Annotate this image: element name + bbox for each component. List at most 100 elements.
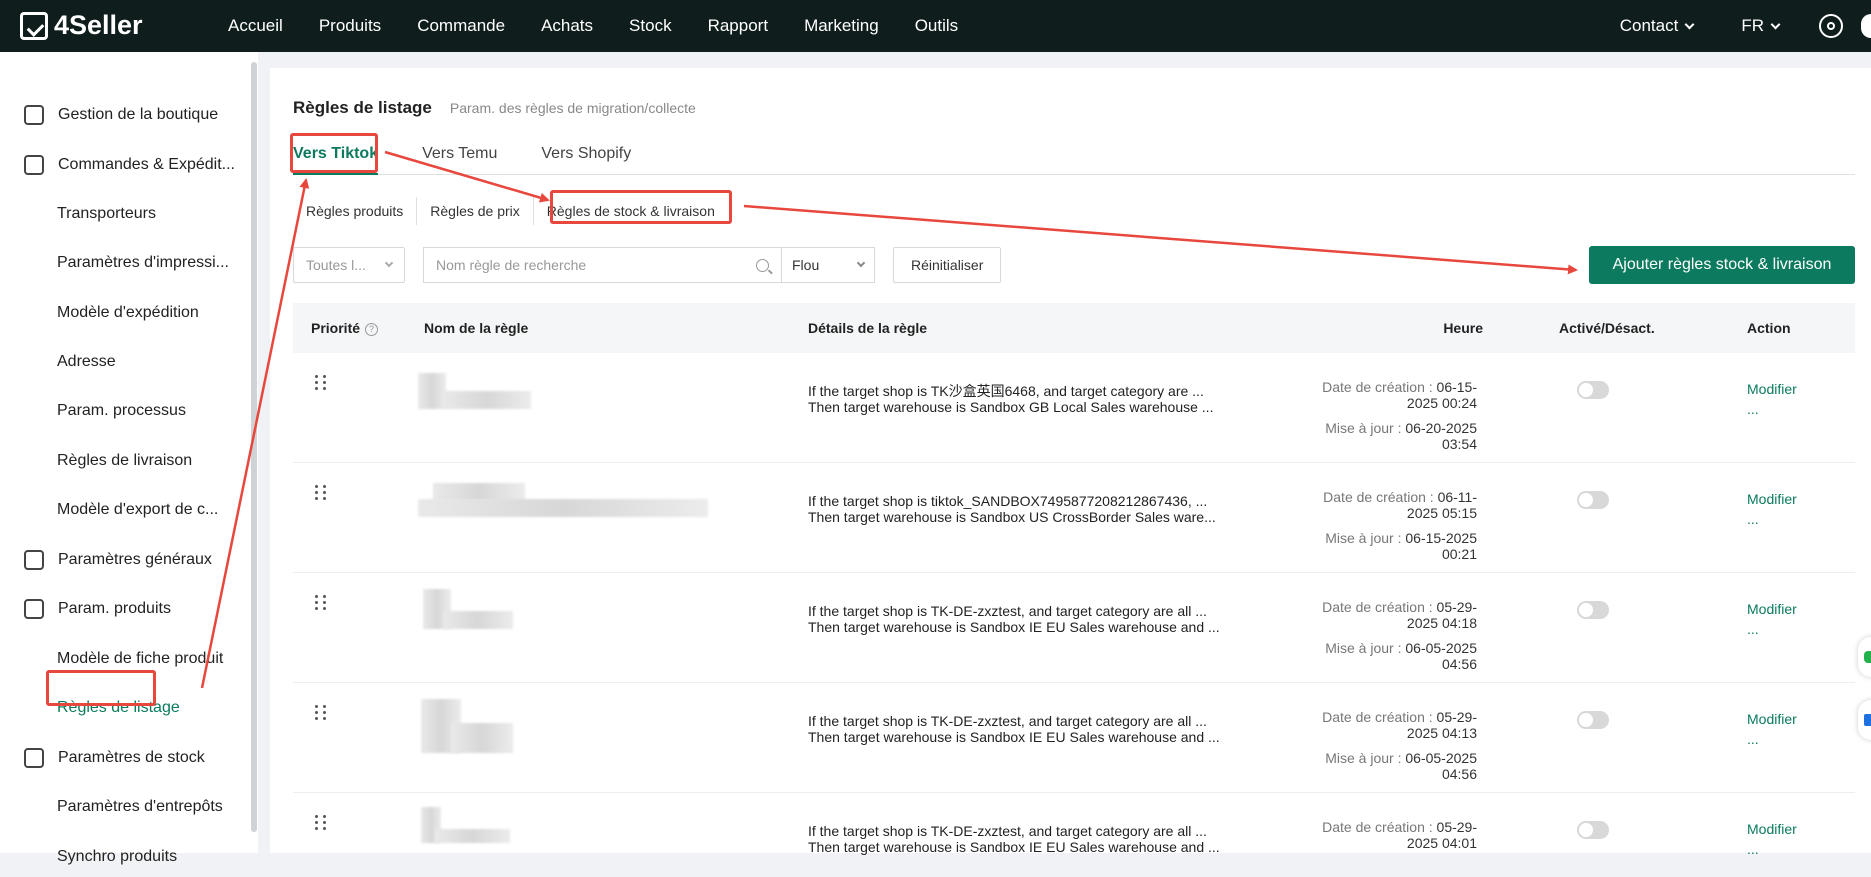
created-label: Date de création : [1322,379,1433,395]
more-actions[interactable]: ... [1747,729,1797,749]
nav-stock[interactable]: Stock [629,16,672,36]
col-active: Activé/Désact. [1559,320,1655,336]
enable-toggle[interactable] [1577,821,1609,839]
drag-handle-icon[interactable] [315,595,326,611]
created-date: 06-15- [1436,379,1477,395]
more-actions[interactable]: ... [1747,399,1797,419]
updated-date: 06-15-2025 [1405,530,1477,546]
sidebar-item-label: Param. produits [58,600,171,617]
sidebar-item-label: Adresse [57,353,116,370]
tab-vers-tiktok[interactable]: Vers Tiktok [293,141,379,175]
sidebar-scrollbar[interactable] [251,62,257,832]
avatar[interactable] [1861,14,1871,38]
sidebar-item-fiche-produit[interactable]: Modèle de fiche produit [0,639,250,679]
nav-outils[interactable]: Outils [915,16,958,36]
updated-label: Mise à jour : [1325,640,1402,656]
drag-handle-icon[interactable] [315,375,326,391]
sidebar-item-processus[interactable]: Param. processus [0,391,250,431]
modify-link[interactable]: Modifier [1747,819,1797,839]
sidebar-item-param-produits[interactable]: Param. produits [0,589,250,629]
floating-help-widget[interactable] [1858,700,1871,740]
search-group: Nom règle de recherche Flou [423,247,875,283]
sidebar-item-adresse[interactable]: Adresse [0,342,250,382]
subtab-regles-stock-livraison[interactable]: Règles de stock & livraison [533,197,728,225]
modify-link[interactable]: Modifier [1747,489,1797,509]
sidebar-item-label: Règles de livraison [57,452,193,469]
sidebar-item-parametres-generaux[interactable]: Paramètres généraux [0,540,250,580]
nav-marketing[interactable]: Marketing [804,16,879,36]
main-panel: Règles de listage Param. des règles de m… [270,68,1871,857]
upload-box-icon [24,599,44,619]
sidebar: Gestion de la boutique Commandes & Expéd… [0,52,258,865]
subtab-regles-produits[interactable]: Règles produits [293,197,418,225]
clipboard-icon [24,155,44,175]
updated-date: 06-20-2025 [1405,420,1477,436]
modify-link[interactable]: Modifier [1747,379,1797,399]
settings-gear-icon[interactable] [1819,14,1843,38]
sidebar-item-impression[interactable]: Paramètres d'impressi... [0,243,250,283]
help-icon[interactable]: ? [365,322,379,336]
more-actions[interactable]: ... [1747,619,1797,639]
more-actions[interactable]: ... [1747,509,1797,529]
printer-icon [24,550,44,570]
nav-produits[interactable]: Produits [319,16,381,36]
language-label: FR [1741,16,1764,35]
sidebar-item-entrepots[interactable]: Paramètres d'entrepôts [0,787,250,827]
redacted-rule-name [418,373,446,409]
tab-vers-temu[interactable]: Vers Temu [422,141,497,174]
drag-handle-icon[interactable] [315,705,326,721]
contact-menu[interactable]: Contact [1619,16,1695,36]
created-label: Date de création : [1322,819,1433,835]
tab-vers-shopify[interactable]: Vers Shopify [541,141,631,174]
sidebar-item-label: Paramètres d'entrepôts [57,798,223,815]
match-mode-value: Flou [792,257,820,273]
sidebar-item-modele-export[interactable]: Modèle d'export de c... [0,490,250,530]
sidebar-item-transporteurs[interactable]: Transporteurs [0,194,250,234]
sidebar-item-label: Règles de listage [57,699,180,716]
nav-commande[interactable]: Commande [417,16,505,36]
sidebar-item-modele-expedition[interactable]: Modèle d'expédition [0,293,250,333]
language-menu[interactable]: FR [1741,16,1781,36]
chevron-down-icon [1770,19,1781,29]
subtab-regles-prix[interactable]: Règles de prix [417,197,534,225]
add-stock-shipping-rule-button[interactable]: Ajouter règles stock & livraison [1589,246,1855,284]
nav-achats[interactable]: Achats [541,16,593,36]
enable-toggle[interactable] [1577,381,1609,399]
modify-link[interactable]: Modifier [1747,709,1797,729]
enable-toggle[interactable] [1577,491,1609,509]
more-actions[interactable]: ... [1747,839,1797,859]
inventory-icon [24,748,44,768]
drag-handle-icon[interactable] [315,815,326,831]
nav-accueil[interactable]: Accueil [228,16,283,36]
sidebar-item-regles-livraison[interactable]: Règles de livraison [0,441,250,481]
sidebar-item-synchro-produits[interactable]: Synchro produits [0,837,250,877]
chevron-down-icon [856,258,866,268]
contact-label: Contact [1619,16,1679,35]
logo[interactable]: 4Seller [20,10,143,41]
rule-details: If the target shop is TK-DE-zxztest, and… [808,823,1220,855]
rule-timestamps: Date de création : 06-15- 2025 00:24 Mis… [1297,379,1477,452]
store-icon [24,105,44,125]
row-actions: Modifier... [1747,599,1797,639]
enable-toggle[interactable] [1577,601,1609,619]
match-mode-select[interactable]: Flou [781,247,875,283]
nav-rapport[interactable]: Rapport [708,16,768,36]
rule-detail-line: Then target warehouse is Sandbox GB Loca… [808,399,1214,415]
sidebar-item-commandes[interactable]: Commandes & Expédit... [0,145,250,185]
shop-select[interactable]: Toutes l... [293,247,405,283]
floating-chat-widget[interactable] [1858,637,1871,677]
rule-details: If the target shop is TK-DE-zxztest, and… [808,713,1220,745]
rule-detail-line: If the target shop is TK-DE-zxztest, and… [808,823,1207,839]
sidebar-item-regles-listage[interactable]: Règles de listage [0,688,250,728]
modify-link[interactable]: Modifier [1747,599,1797,619]
drag-handle-icon[interactable] [315,485,326,501]
sidebar-item-gestion-boutique[interactable]: Gestion de la boutique [0,95,250,135]
shop-select-value: Toutes l... [306,257,366,273]
sidebar-item-parametres-stock[interactable]: Paramètres de stock [0,738,250,778]
search-icon[interactable] [756,258,769,272]
reset-button[interactable]: Réinitialiser [893,247,1002,283]
search-input[interactable]: Nom règle de recherche [423,247,781,283]
created-time: 2025 04:01 [1406,835,1477,851]
updated-time: 04:56 [1441,766,1477,782]
enable-toggle[interactable] [1577,711,1609,729]
